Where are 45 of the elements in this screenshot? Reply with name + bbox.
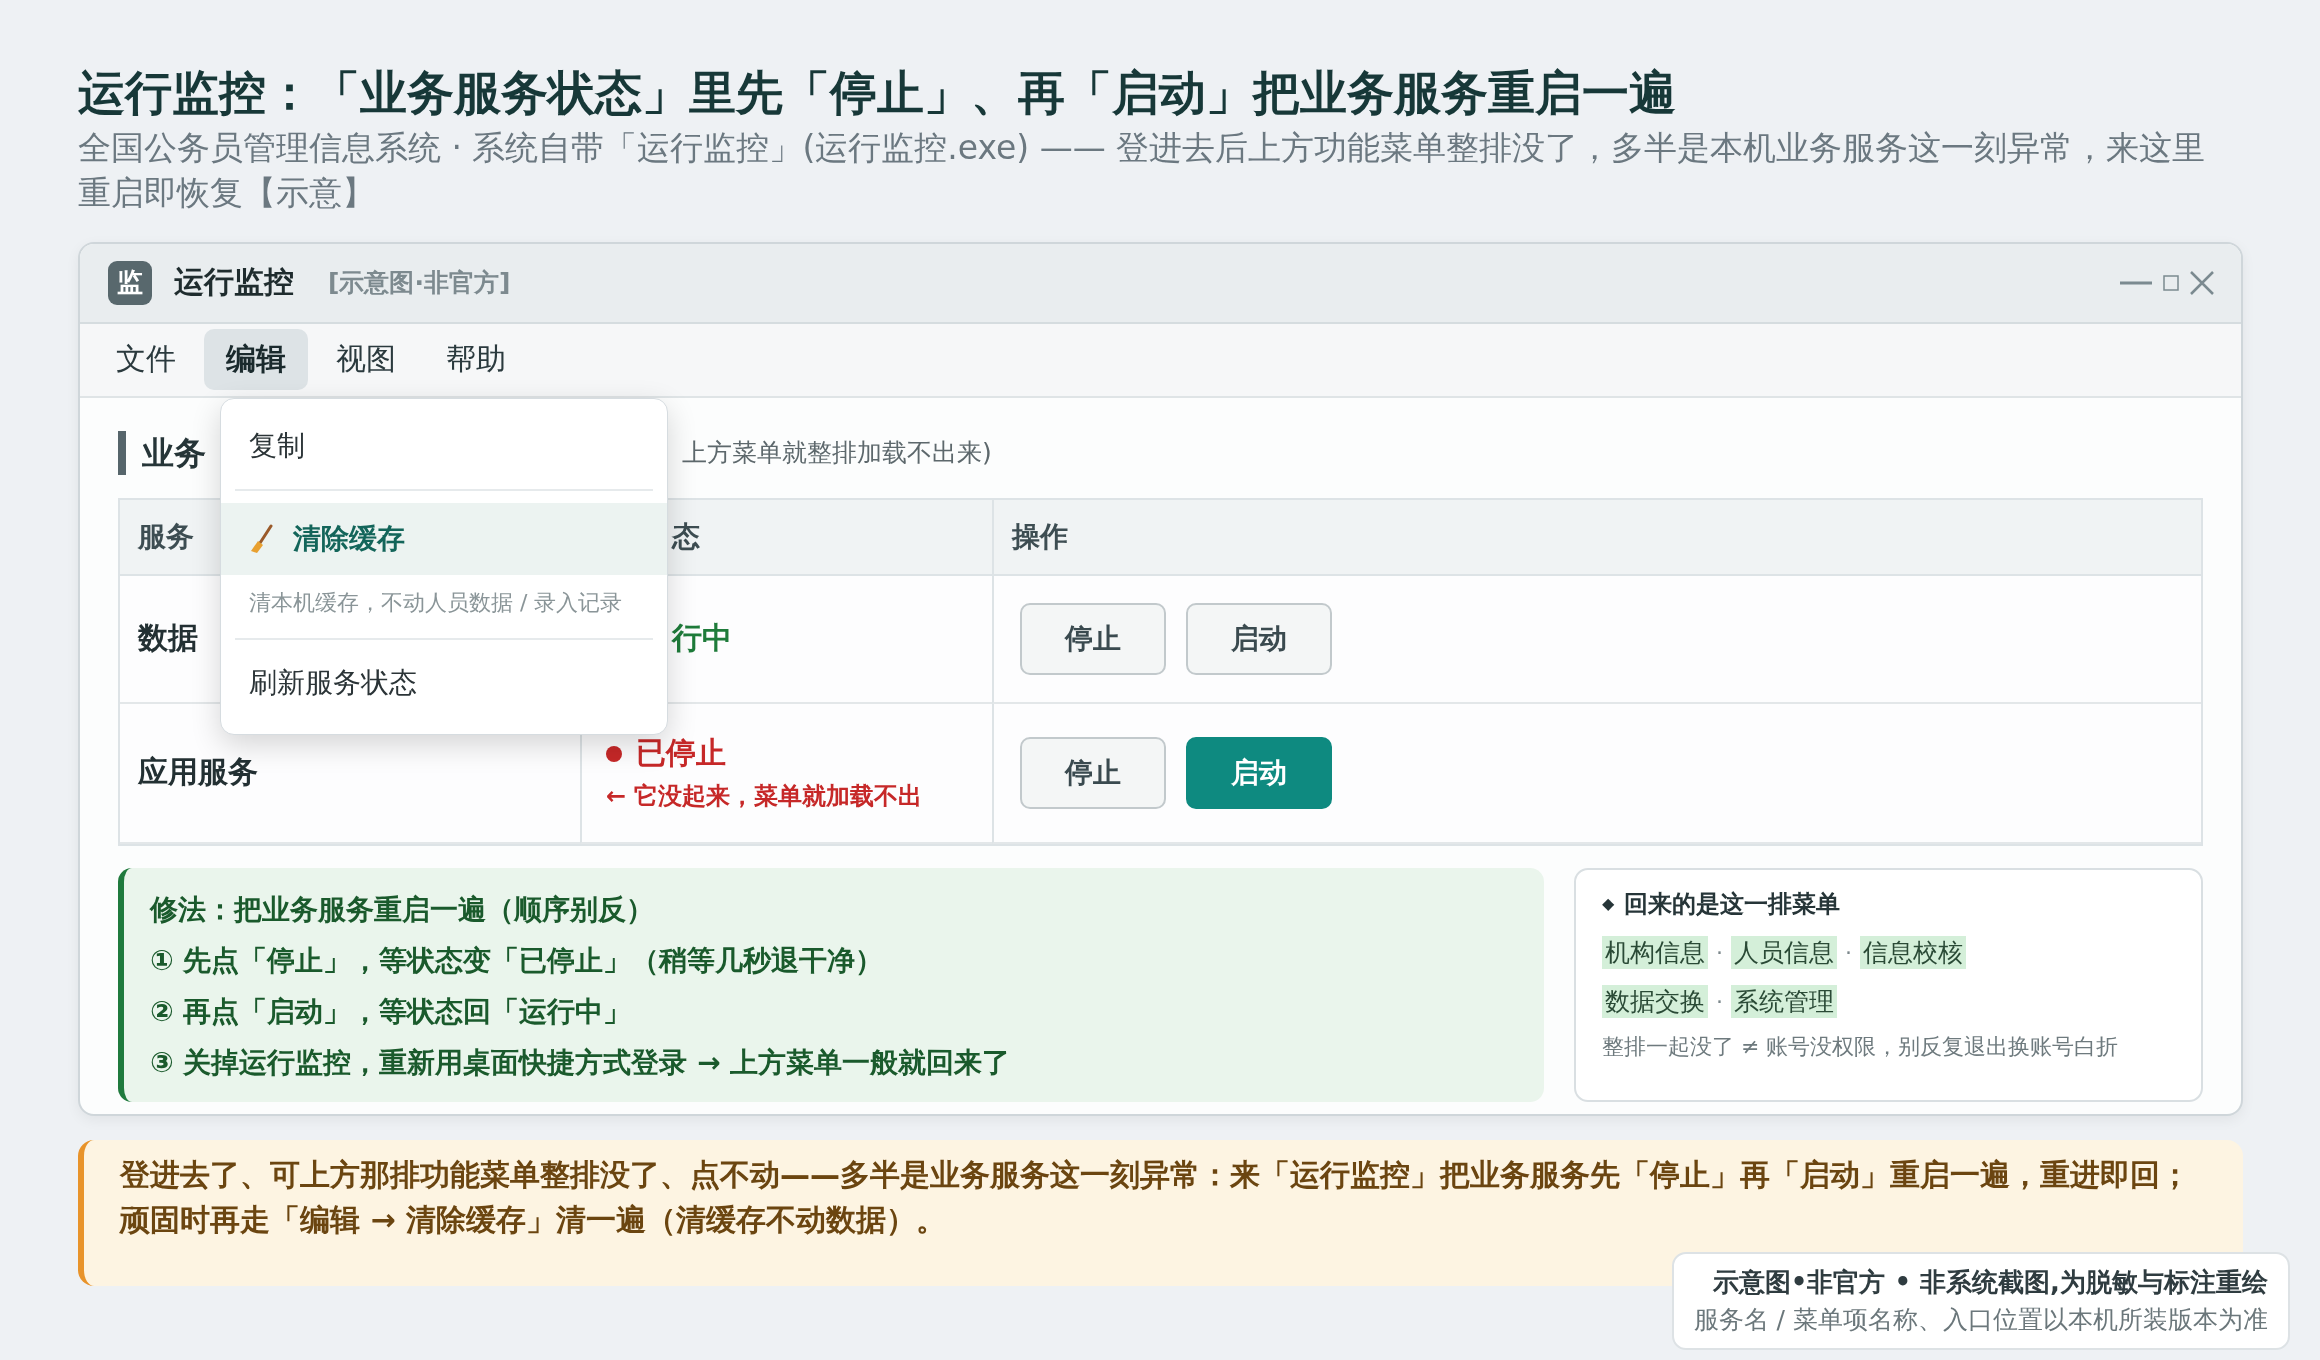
menu-tag: 数据交换 — [1602, 984, 1708, 1018]
menu-option[interactable]: 清除缓存 — [221, 502, 667, 575]
footnote-text: 服务名 / 菜单项名称、入口位置以本机所装版本为准 — [1693, 1303, 2268, 1336]
separator: · — [1845, 939, 1852, 965]
separator: · — [1716, 988, 1723, 1014]
page-subtitle: 全国公务员管理信息系统 · 系统自带「运行监控」(运行监控.exe) —— 登进去后上方功能菜单整排没了，多半是本机业务服务这一刻异常，来这里重启即恢复【示意】 — [78, 126, 2207, 214]
fix-step: ③ 关掉运行监控，重新用桌面快捷方式登录 → 上方菜单一般就回来了 — [150, 1036, 1518, 1088]
stop-button[interactable]: 停止 — [1020, 602, 1166, 675]
status-text: 已停止 — [636, 734, 726, 773]
service-name: 应用服务 — [138, 753, 258, 792]
fix-step: ① 先点「停止」，等状态变「已停止」（稍等几秒退干净） — [150, 934, 1518, 986]
menu-tag: 机构信息 — [1602, 935, 1708, 969]
menu-option[interactable]: 刷新服务状态 — [221, 639, 667, 726]
bullet-icon: ◆ — [1602, 894, 1615, 914]
window-title: 运行监控 — [174, 263, 294, 302]
start-button[interactable]: 启动 — [1186, 736, 1332, 809]
banner-text: 登进去了、可上方那排功能菜单整排没了、点不动——多半是业务服务这一刻异常：来「运行监控」把业务服务先「停止」再「启动」重启一遍，重进即回；顽固时再走「编辑 → 清除缓存」清一遍（清缓存不动数据）。 — [120, 1155, 2191, 1239]
menu-tag: 信息校核 — [1860, 935, 1966, 969]
broom-icon — [249, 523, 275, 554]
stop-button[interactable]: 停止 — [1020, 736, 1166, 809]
column-header: 操作 — [992, 499, 2201, 576]
menu-item[interactable]: 编辑 — [204, 329, 308, 391]
page-title: 运行监控：「业务服务状态」里先「停止」、再「启动」把业务服务重启一遍 — [78, 64, 1677, 122]
fix-step: ② 再点「启动」，等状态回「运行中」 — [150, 985, 1518, 1037]
card-note: 整排一起没了 ≠ 账号没权限，别反复退出换账号白折 — [1602, 1032, 2120, 1061]
maximize-icon[interactable] — [2163, 274, 2179, 291]
app-icon: 监 — [108, 260, 152, 305]
service-name: 数据 — [138, 619, 198, 658]
menu-item[interactable]: 视图 — [314, 329, 418, 391]
option-description: 清本机缓存，不动人员数据 / 录入记录 — [248, 588, 624, 617]
start-button[interactable]: 启动 — [1186, 602, 1332, 675]
menu-item[interactable]: 文件 — [94, 329, 198, 391]
menu-tag: 人员信息 — [1731, 935, 1837, 969]
menu-tag: 系统管理 — [1731, 984, 1837, 1018]
status-note: ← 它没起来，菜单就加载不出 — [606, 781, 923, 813]
card-title: 回来的是这一排菜单 — [1624, 888, 1841, 920]
separator: · — [1716, 939, 1723, 965]
fix-title: 修法：把业务服务重启一遍（顺序别反） — [150, 891, 655, 928]
status-text: 行中 — [672, 619, 732, 658]
menu-item[interactable]: 帮助 — [424, 329, 528, 391]
footnote-title: 示意图•非官方 • 非系统截图,为脱敏与标注重绘 — [1711, 1266, 2268, 1300]
window-tag: [示意图·非官方] — [328, 266, 511, 300]
status-dot — [606, 745, 622, 762]
section-note: 上方菜单就整排加载不出来) — [682, 437, 992, 470]
close-icon[interactable] — [2189, 269, 2215, 296]
